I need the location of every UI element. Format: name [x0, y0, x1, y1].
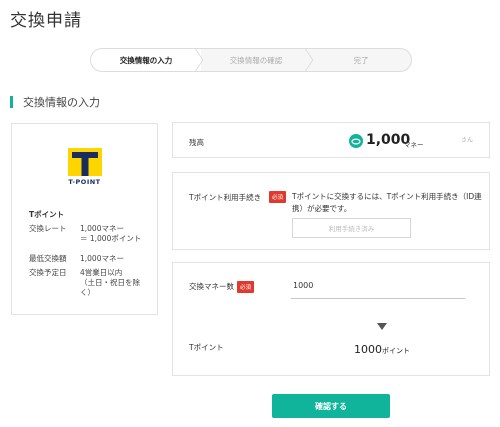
confirm-button[interactable]: 確認する — [272, 394, 390, 418]
required-badge: 必須 — [237, 281, 255, 293]
result-unit: ポイント — [382, 347, 410, 355]
result-label: Tポイント — [189, 343, 224, 352]
procedure-card: Tポイント利用手続き 必須 Tポイントに交換するには、Tポイント利用手続き（ID… — [172, 172, 490, 250]
procedure-done-button[interactable]: 利用手続き済み — [292, 218, 411, 238]
info-row-min: 最低交換額 1,000マネー — [29, 254, 150, 264]
info-label: 交換レート — [29, 224, 67, 233]
balance-label: 残高 — [189, 138, 204, 147]
section-title: 交換情報の入力 — [23, 96, 100, 109]
balance-unit: マネー — [404, 141, 424, 149]
result-value-wrap: 1000ポイント — [354, 343, 410, 356]
balance-card: 残高 1,000 マネー さん — [172, 122, 490, 158]
progress-steps: 交換情報の入力 交換情報の確認 完了 — [90, 48, 412, 72]
info-row-rate: 交換レート 1,000マネー ＝ 1,000ポイント — [29, 224, 150, 244]
exchange-amount-label: 交換マネー数 — [189, 282, 234, 291]
exchange-amount-input[interactable] — [291, 273, 465, 299]
partner-name: Tポイント — [29, 210, 65, 219]
tpoint-logo-text: T-POINT — [68, 178, 101, 186]
procedure-text: Tポイントに交換するには、Tポイント利用手続き（ID連携）が必要です。 — [292, 192, 482, 213]
section-header: 交換情報の入力 — [10, 94, 100, 110]
result-value: 1000 — [354, 343, 382, 356]
info-label: 交換予定日 — [29, 268, 67, 277]
money-icon — [349, 134, 363, 148]
step-separator-icon — [305, 49, 314, 71]
info-label: 最低交換額 — [29, 254, 67, 263]
step-input: 交換情報の入力 — [91, 49, 201, 71]
info-value: 1,000マネー — [80, 254, 124, 263]
info-value: 1,000マネー ＝ 1,000ポイント — [80, 224, 142, 243]
balance-suffix: さん — [461, 137, 474, 144]
procedure-label: Tポイント利用手続き — [189, 193, 262, 202]
info-value: 4営業日以内 （土日・祝日を除く） — [80, 268, 140, 297]
exchange-card: 交換マネー数 必須 Tポイント 1000ポイント — [172, 262, 490, 376]
section-accent-bar — [10, 96, 13, 108]
required-badge: 必須 — [269, 191, 287, 203]
step-complete: 完了 — [353, 55, 369, 65]
step-separator-icon — [195, 49, 204, 71]
step-confirm: 交換情報の確認 — [229, 55, 283, 65]
partner-info-card: T-POINT Tポイント 交換レート 1,000マネー ＝ 1,000ポイント… — [11, 123, 158, 315]
page-title: 交換申請 — [10, 11, 82, 31]
arrow-down-icon — [377, 323, 387, 330]
info-row-date: 交換予定日 4営業日以内 （土日・祝日を除く） — [29, 268, 150, 297]
